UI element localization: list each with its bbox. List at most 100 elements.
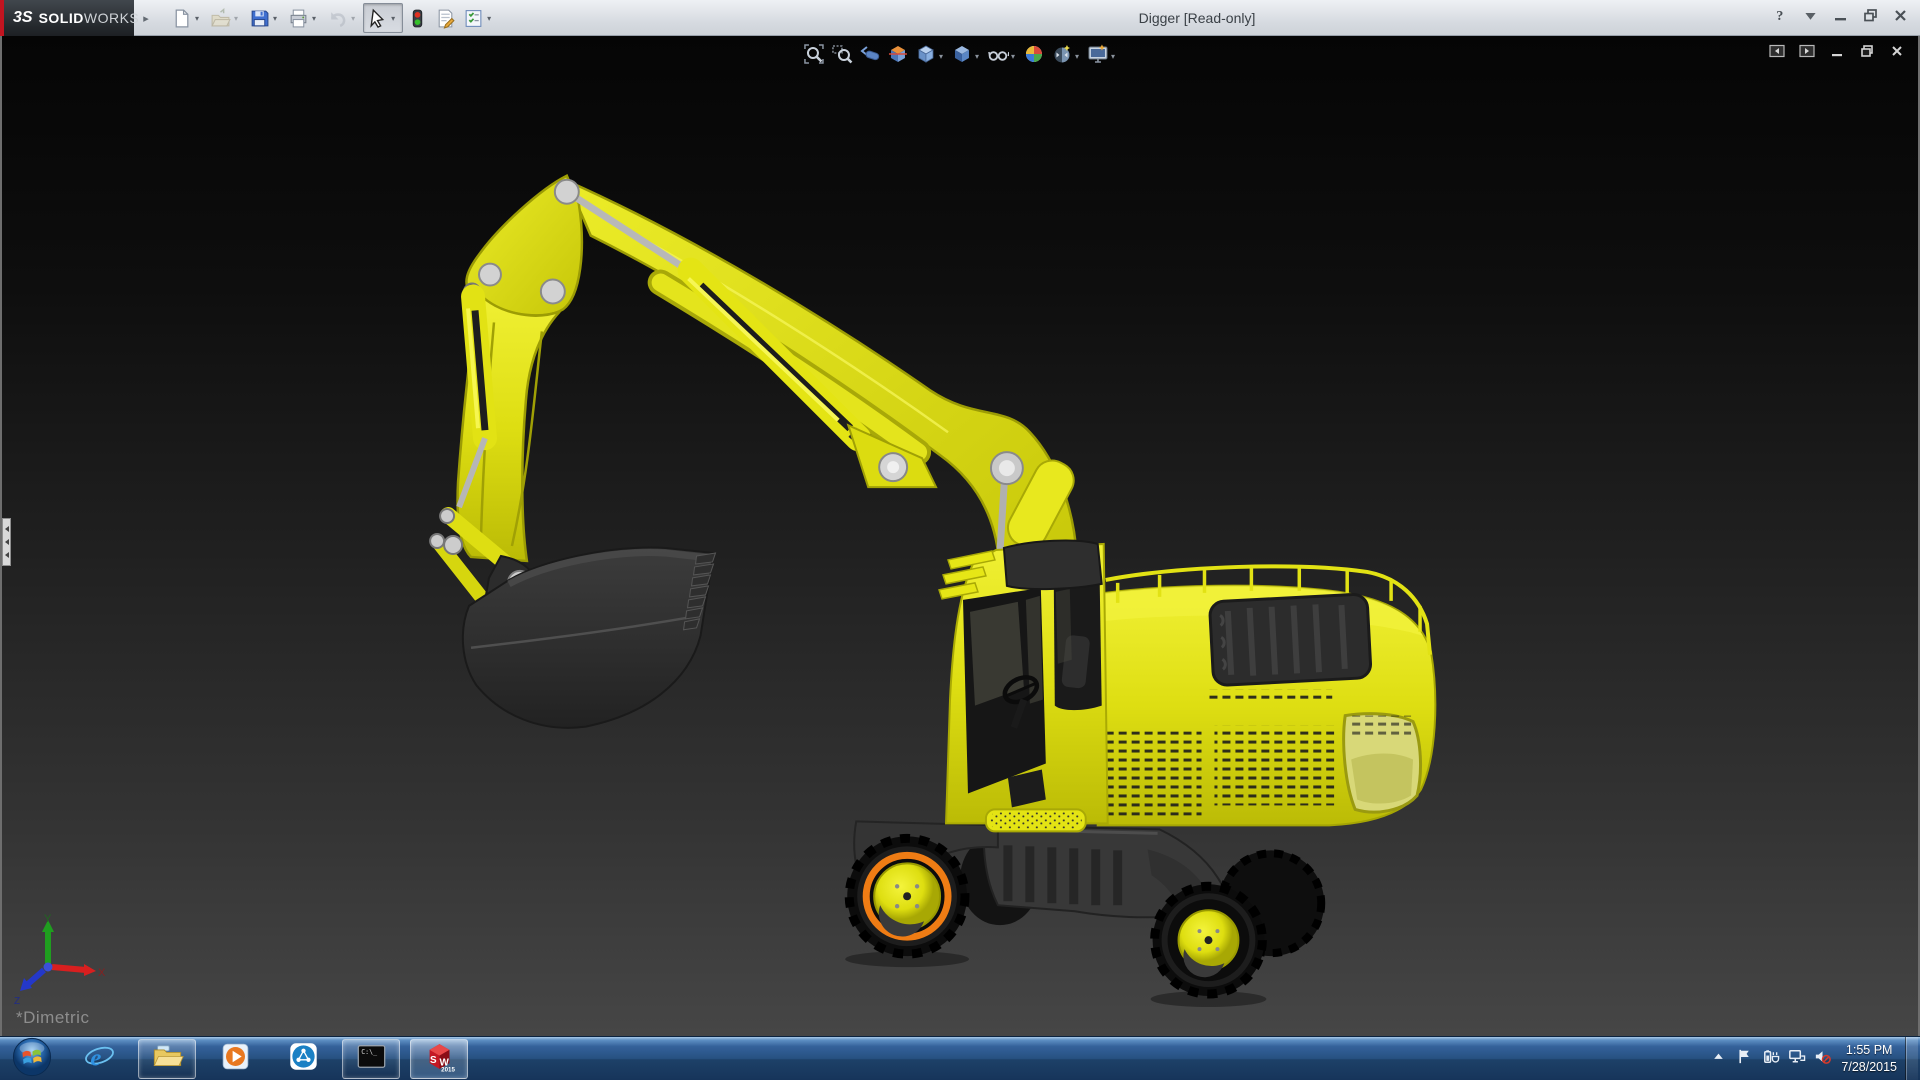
help-button[interactable]: ? bbox=[1768, 5, 1792, 31]
undo-button-dropdown[interactable]: ▾ bbox=[351, 14, 355, 23]
display-style-button-dropdown[interactable]: ▾ bbox=[975, 52, 979, 61]
undo-icon bbox=[327, 8, 348, 29]
open-button[interactable]: ▾ bbox=[207, 3, 245, 33]
feature-panel-collapsed-tab[interactable] bbox=[2, 518, 11, 566]
save-icon bbox=[249, 8, 270, 29]
open-button-dropdown[interactable]: ▾ bbox=[234, 14, 238, 23]
options-button[interactable]: ▾ bbox=[460, 3, 498, 33]
svg-text:C:\_: C:\_ bbox=[361, 1048, 377, 1056]
taskbar-command-prompt[interactable]: C:\_ bbox=[342, 1039, 400, 1079]
svg-text:S: S bbox=[430, 1055, 437, 1066]
options-icon bbox=[463, 8, 484, 29]
show-hidden-icons-button[interactable] bbox=[1705, 1044, 1731, 1074]
new-document-button-dropdown[interactable]: ▾ bbox=[195, 14, 199, 23]
caret-icon bbox=[1802, 7, 1819, 29]
help-dropdown[interactable] bbox=[1798, 5, 1822, 31]
graphics-viewport[interactable]: ▾ ▾ ▾ ▾ ▾ Y X Z *Dimetric bbox=[0, 36, 1920, 1036]
volume-muted-icon[interactable] bbox=[1809, 1044, 1835, 1074]
view-orientation-button[interactable]: ▾ bbox=[912, 41, 948, 72]
taskbar-internet-explorer[interactable]: e bbox=[70, 1039, 128, 1079]
tray-power-icon bbox=[1761, 1047, 1780, 1071]
svg-text:e: e bbox=[90, 1045, 101, 1072]
display-style-button[interactable]: ▾ bbox=[948, 41, 984, 72]
action-center-icon[interactable] bbox=[1731, 1044, 1757, 1074]
pane-left-button[interactable] bbox=[1766, 43, 1788, 64]
view-orientation-button-dropdown[interactable]: ▾ bbox=[939, 52, 943, 61]
viewport-minimize-button[interactable] bbox=[1826, 43, 1848, 64]
y-axis-label: Y bbox=[44, 913, 52, 925]
print-button-dropdown[interactable]: ▾ bbox=[312, 14, 316, 23]
taskbar-clock[interactable]: 1:55 PM 7/28/2015 bbox=[1841, 1042, 1897, 1076]
show-desktop-button[interactable] bbox=[1905, 1037, 1918, 1080]
vp-min-icon bbox=[1829, 43, 1845, 64]
taskbar-apps: e C:\_ S W 2015 bbox=[70, 1039, 468, 1079]
standard-toolbar: ▾ ▾ ▾ ▾ ▾ ▾ ▾ bbox=[168, 0, 499, 36]
rear-left-wheel[interactable] bbox=[1150, 881, 1267, 999]
minimize-button[interactable] bbox=[1828, 5, 1852, 31]
tray-icons bbox=[1705, 1044, 1835, 1074]
taskbar-network-app[interactable] bbox=[274, 1039, 332, 1079]
window-controls: ? bbox=[1768, 0, 1912, 36]
select-tool-button-dropdown[interactable]: ▾ bbox=[391, 14, 395, 23]
file-properties-button[interactable] bbox=[432, 3, 459, 33]
app-explorer-icon bbox=[151, 1040, 184, 1078]
viewport-restore-button[interactable] bbox=[1856, 43, 1878, 64]
excavator-model[interactable] bbox=[429, 174, 1437, 1008]
win-close-icon bbox=[1892, 7, 1909, 29]
system-tray: 1:55 PM 7/28/2015 bbox=[1705, 1037, 1918, 1080]
viewport-close-button[interactable] bbox=[1886, 43, 1908, 64]
cursor-icon bbox=[367, 8, 388, 29]
taskbar-media-player[interactable] bbox=[206, 1039, 264, 1079]
apply-scene-button-dropdown[interactable]: ▾ bbox=[1075, 52, 1079, 61]
taskbar-solidworks-2015[interactable]: S W 2015 bbox=[410, 1039, 468, 1079]
hide-show-items-button-dropdown[interactable]: ▾ bbox=[1011, 52, 1015, 61]
cab-roof bbox=[1002, 539, 1103, 591]
model-canvas[interactable] bbox=[2, 36, 1918, 1036]
zoom-to-area-button[interactable] bbox=[828, 41, 856, 72]
hu-appearance-icon bbox=[1023, 43, 1045, 70]
front-left-wheel[interactable] bbox=[844, 833, 970, 959]
save-button-dropdown[interactable]: ▾ bbox=[273, 14, 277, 23]
svg-text:2015: 2015 bbox=[441, 1066, 455, 1073]
previous-view-button[interactable] bbox=[856, 41, 884, 72]
ds-logo-mark: 3S bbox=[13, 9, 33, 26]
open-folder-icon bbox=[210, 7, 231, 29]
boom-root-pin bbox=[989, 451, 1024, 486]
zoom-to-fit-button[interactable] bbox=[800, 41, 828, 72]
upper-body-deck[interactable] bbox=[1087, 564, 1437, 827]
print-button[interactable]: ▾ bbox=[285, 3, 323, 33]
power-icon[interactable] bbox=[1757, 1044, 1783, 1074]
pane-right-button[interactable] bbox=[1796, 43, 1818, 64]
options-button-dropdown[interactable]: ▾ bbox=[487, 14, 491, 23]
start-button[interactable] bbox=[8, 1037, 56, 1080]
help-icon: ? bbox=[1772, 7, 1789, 29]
side-window bbox=[1053, 582, 1102, 711]
save-button[interactable]: ▾ bbox=[246, 3, 284, 33]
undo-button[interactable]: ▾ bbox=[324, 3, 362, 33]
edit-appearance-button[interactable] bbox=[1020, 41, 1048, 72]
section-view-button[interactable] bbox=[884, 41, 912, 72]
restore-button[interactable] bbox=[1858, 5, 1882, 31]
cab[interactable] bbox=[938, 539, 1109, 825]
rebuild-button[interactable] bbox=[404, 3, 431, 33]
close-button[interactable] bbox=[1888, 5, 1912, 31]
tray-flag-icon bbox=[1735, 1047, 1754, 1071]
solidworks-logo: 3S SOLID WORKS bbox=[4, 0, 139, 36]
title-bar: 3S SOLID WORKS ▸ ▾ ▾ ▾ ▾ ▾ ▾ ▾ Digger [Read-onl… bbox=[0, 0, 1920, 36]
collapse-arrow-icon bbox=[4, 526, 9, 532]
network-icon[interactable] bbox=[1783, 1044, 1809, 1074]
hide-show-items-button[interactable]: ▾ bbox=[984, 41, 1020, 72]
menu-flyout-arrow[interactable]: ▸ bbox=[138, 0, 154, 36]
taskbar-windows-explorer[interactable] bbox=[138, 1039, 196, 1079]
side-grille-right bbox=[1214, 725, 1335, 806]
vp-pane-right-icon bbox=[1799, 43, 1815, 64]
view-settings-button[interactable]: ▾ bbox=[1084, 41, 1120, 72]
new-document-button[interactable]: ▾ bbox=[168, 3, 206, 33]
select-tool-button[interactable]: ▾ bbox=[363, 3, 404, 33]
vent-strip bbox=[1204, 689, 1333, 703]
view-settings-button-dropdown[interactable]: ▾ bbox=[1111, 52, 1115, 61]
apply-scene-button[interactable]: ▾ bbox=[1048, 41, 1084, 72]
rear-window bbox=[1342, 712, 1422, 814]
orientation-triad: Y X Z bbox=[14, 913, 106, 1007]
properties-icon bbox=[435, 8, 456, 29]
